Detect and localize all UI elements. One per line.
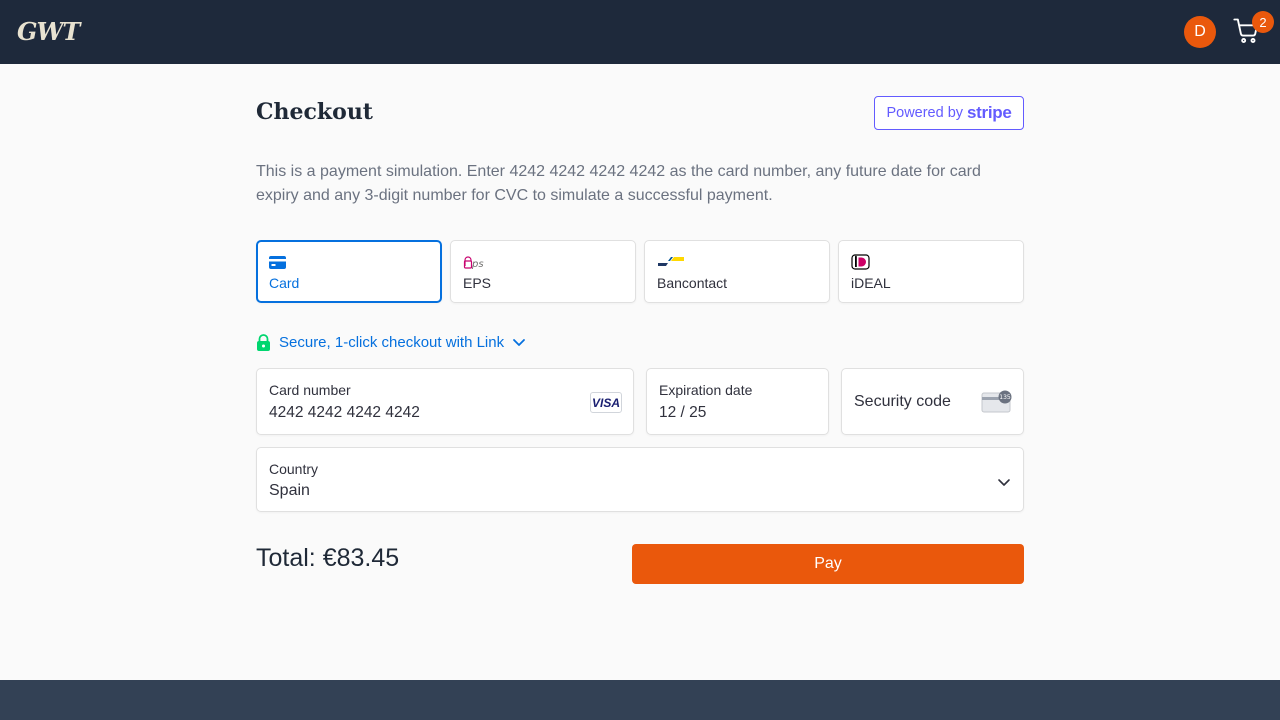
card-number-label: Card number — [269, 382, 351, 398]
pay-button[interactable]: Pay — [632, 544, 1024, 584]
cvc-icon: 135 — [981, 390, 1012, 413]
card-icon — [269, 255, 286, 269]
cvc-icon-text: 135 — [999, 394, 1011, 401]
expiration-date-label: Expiration date — [659, 382, 753, 398]
page-title: Checkout — [256, 99, 373, 125]
chevron-down-icon — [998, 479, 1010, 486]
payment-method-label: iDEAL — [851, 275, 891, 291]
powered-by-stripe-badge[interactable]: Powered by stripe — [874, 96, 1024, 130]
site-logo[interactable]: GWT — [17, 17, 80, 46]
visa-icon: VISA — [590, 392, 622, 413]
ideal-icon — [851, 254, 870, 270]
card-number-input[interactable]: 4242 4242 4242 4242 — [269, 404, 420, 422]
lock-icon — [257, 333, 270, 351]
user-avatar[interactable]: D — [1184, 16, 1216, 48]
payment-method-label: Bancontact — [657, 275, 728, 291]
chevron-down-icon — [513, 339, 526, 346]
stripe-logo: stripe — [967, 103, 1012, 122]
payment-method-eps[interactable]: ps EPS — [450, 240, 636, 303]
top-navigation-bar: GWT D 2 — [0, 0, 1280, 64]
payment-method-tabs: Card ps EPS Bancontact iDEAL — [256, 240, 1024, 303]
country-select[interactable]: Country Spain — [256, 447, 1024, 512]
cart-count-badge: 2 — [1252, 11, 1274, 33]
country-value[interactable]: Spain — [269, 482, 310, 500]
expiration-date-input[interactable]: 12 / 25 — [659, 404, 706, 422]
country-label: Country — [269, 461, 319, 477]
security-code-input[interactable]: Security code — [854, 393, 951, 411]
eps-icon: ps — [463, 256, 484, 270]
card-number-field[interactable]: Card number 4242 4242 4242 4242 VISA — [256, 368, 634, 435]
svg-text:ps: ps — [471, 259, 484, 270]
order-total: Total: €83.45 — [256, 544, 400, 572]
page-footer — [0, 680, 1280, 720]
bancontact-icon — [658, 257, 684, 266]
payment-simulation-notice: This is a payment simulation. Enter 4242… — [256, 163, 981, 204]
payment-method-label: EPS — [463, 275, 492, 291]
payment-method-label: Card — [269, 275, 300, 291]
payment-method-bancontact[interactable]: Bancontact — [644, 240, 830, 303]
payment-method-card[interactable]: Card — [256, 240, 442, 303]
powered-by-text: Powered by — [886, 105, 964, 121]
link-checkout-label: Secure, 1-click checkout with Link — [279, 333, 505, 351]
security-code-field[interactable]: Security code 135 — [841, 368, 1024, 435]
expiration-date-field[interactable]: Expiration date 12 / 25 — [646, 368, 829, 435]
payment-method-ideal[interactable]: iDEAL — [838, 240, 1024, 303]
link-checkout-toggle[interactable]: Secure, 1-click checkout with Link — [256, 332, 526, 352]
cart-button[interactable]: 2 — [1232, 11, 1274, 48]
